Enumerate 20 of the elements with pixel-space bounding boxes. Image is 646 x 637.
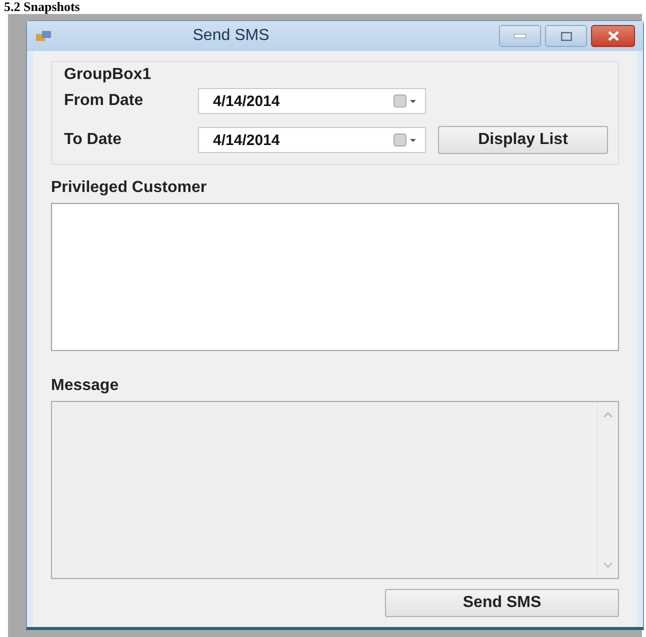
display-list-button[interactable]: Display List: [438, 126, 608, 154]
close-icon: [608, 31, 618, 41]
customer-list-label: Privileged Customer: [51, 179, 207, 196]
group-box-title: GroupBox1: [64, 66, 152, 84]
from-date-label: From Date: [64, 92, 144, 110]
maximize-button[interactable]: [545, 25, 587, 47]
calendar-dropdown-icon[interactable]: [393, 132, 419, 148]
to-date-picker[interactable]: 4/14/2014: [198, 127, 426, 153]
maximize-icon: [560, 32, 572, 40]
calendar-dropdown-icon[interactable]: [393, 93, 419, 109]
minimize-button[interactable]: [499, 25, 541, 47]
minimize-icon: [514, 34, 526, 38]
close-button[interactable]: [591, 25, 635, 47]
to-date-label: To Date: [64, 131, 122, 149]
send-sms-button[interactable]: Send SMS: [385, 589, 619, 617]
window-title: Send SMS: [192, 27, 270, 45]
app-icon: [35, 29, 53, 43]
from-date-picker[interactable]: 4/14/2014: [198, 88, 426, 114]
message-label: Message: [51, 377, 119, 394]
section-heading: 5.2 Snapshots: [3, 0, 81, 14]
